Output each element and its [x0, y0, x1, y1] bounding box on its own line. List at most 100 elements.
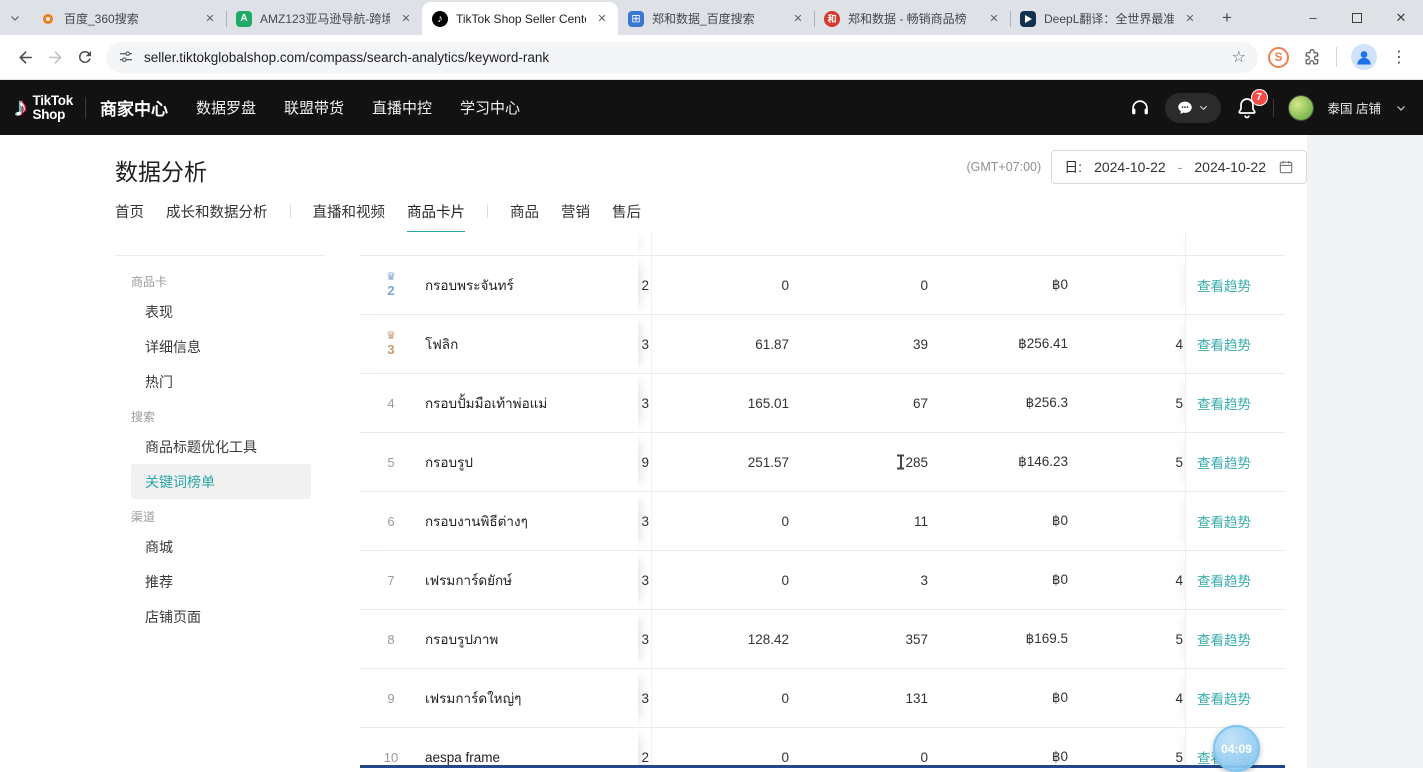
headset-icon[interactable] [1129, 97, 1151, 119]
tab-close-icon[interactable]: ✕ [398, 12, 414, 25]
tab-close-icon[interactable]: ✕ [986, 12, 1002, 25]
view-trend-link[interactable]: 查看趋势 [1197, 393, 1251, 413]
sidebar-item-详细信息[interactable]: 详细信息 [115, 329, 325, 364]
row-fixed-left: ♛2กรอบพระจันทร์ [360, 256, 638, 314]
header-nav-item[interactable]: 数据罗盘 [196, 97, 256, 118]
header-nav-item[interactable]: 学习中心 [460, 97, 520, 118]
browser-tab-amz[interactable]: AAMZ123亚马逊导航-跨境✕ [226, 2, 422, 35]
tab-成长和数据分析[interactable]: 成长和数据分析 [166, 201, 268, 231]
chevron-down-icon[interactable] [1395, 102, 1407, 114]
view-trend-link[interactable]: 查看趋势 [1197, 629, 1251, 649]
header-divider [85, 97, 86, 119]
browser-tab-zhb[interactable]: ⊞郑和数据_百度搜索✕ [618, 2, 814, 35]
messages-button[interactable] [1165, 93, 1221, 123]
header-nav-item[interactable]: 直播中控 [372, 97, 432, 118]
minimize-button[interactable]: – [1291, 0, 1335, 35]
url-text[interactable]: seller.tiktokglobalshop.com/compass/sear… [144, 50, 1222, 65]
tab-商品[interactable]: 商品 [510, 201, 539, 231]
tab-title: 郑和数据 - 畅销商品榜 [848, 10, 978, 27]
recording-timer-bubble[interactable]: 04:09 [1213, 725, 1260, 772]
tiktok-shop-logo[interactable]: ♪ TikTok Shop [14, 92, 73, 123]
calendar-icon[interactable] [1278, 159, 1294, 175]
tab-title: 百度_360搜索 [64, 10, 194, 27]
shop-name[interactable]: 泰国 店铺 [1328, 98, 1381, 117]
tab-首页[interactable]: 首页 [115, 201, 144, 231]
metric-col-1: 61.87 [652, 315, 800, 373]
sidebar-item-推荐[interactable]: 推荐 [115, 564, 325, 599]
browser-menu-button[interactable]: ⋮ [1391, 47, 1407, 67]
view-trend-link[interactable]: 查看趋势 [1197, 511, 1251, 531]
sidebar-item-关键词榜单[interactable]: 关键词榜单 [131, 464, 311, 499]
view-trend-link[interactable]: 查看趋势 [1197, 275, 1251, 295]
maximize-button[interactable] [1335, 0, 1379, 35]
rank-number: 7 [387, 573, 394, 588]
table-row: 7เฟรมการ์ดยักษ์303฿04查看趋势 [360, 551, 1285, 610]
tab-直播和视频[interactable]: 直播和视频 [313, 201, 386, 231]
browser-tabs: 百度_360搜索✕AAMZ123亚马逊导航-跨境✕♪TikTok Shop Se… [30, 0, 1206, 35]
date-start[interactable]: 2024-10-22 [1094, 159, 1166, 175]
analytics-tabs: 首页成长和数据分析 直播和视频商品卡片 商品营销售后 [115, 201, 641, 233]
sidebar-item-商城[interactable]: 商城 [115, 529, 325, 564]
row-fixed-left: 6กรอบงานพิธีต่างๆ [360, 492, 638, 550]
seller-extension-icon[interactable]: S [1268, 47, 1289, 68]
tab-search-button[interactable] [0, 0, 30, 35]
sidebar-item-商品标题优化工具[interactable]: 商品标题优化工具 [115, 429, 325, 464]
clipped-col-left: 2 [638, 728, 652, 768]
metric-col-3: ฿0 [940, 492, 1080, 550]
sidebar-group: 渠道商城推荐店铺页面 [115, 503, 325, 634]
view-trend-link[interactable]: 查看趋势 [1197, 688, 1251, 708]
keyword-cell: กรอบปั้มมือเท้าพ่อแม่ [422, 374, 638, 432]
close-button[interactable]: ✕ [1379, 0, 1423, 35]
clipped-col-left: 3 [638, 374, 652, 432]
browser-tab-deepl[interactable]: DeepL翻译：全世界最准✕ [1010, 2, 1206, 35]
extensions-puzzle-icon[interactable] [1303, 48, 1322, 67]
tab-close-icon[interactable]: ✕ [594, 12, 610, 25]
new-tab-button[interactable]: + [1212, 3, 1242, 33]
tab-close-icon[interactable]: ✕ [790, 12, 806, 25]
forward-button[interactable] [40, 42, 70, 72]
view-trend-link[interactable]: 查看趋势 [1197, 452, 1251, 472]
metric-col-3: ฿0 [940, 551, 1080, 609]
tab-售后[interactable]: 售后 [612, 201, 641, 231]
rank-cell: 5 [360, 433, 422, 491]
browser-tab-zhr[interactable]: 和郑和数据 - 畅销商品榜 ✕ [814, 2, 1010, 35]
notifications-button[interactable]: 7 [1235, 96, 1259, 120]
tab-营销[interactable]: 营销 [561, 201, 590, 231]
reload-button[interactable] [70, 42, 100, 72]
sidebar-item-店铺页面[interactable]: 店铺页面 [115, 599, 325, 634]
tab-divider [487, 204, 488, 218]
action-cell: 查看趋势 [1185, 256, 1285, 314]
metric-col-3 [940, 232, 1080, 255]
tab-商品卡片[interactable]: 商品卡片 [407, 201, 465, 234]
shop-avatar[interactable] [1288, 95, 1314, 121]
clipped-col-left [638, 232, 652, 255]
zhb-favicon: ⊞ [628, 11, 644, 27]
header-nav-item[interactable]: 联盟带货 [284, 97, 344, 118]
browser-tab-tiktok[interactable]: ♪TikTok Shop Seller Cente✕ [422, 2, 618, 35]
browser-tab-360[interactable]: 百度_360搜索 ✕ [30, 2, 226, 35]
clipped-col-left: 3 [638, 551, 652, 609]
zhr-favicon: 和 [824, 11, 840, 27]
window-controls: – ✕ [1291, 0, 1423, 35]
sidebar-item-表现[interactable]: 表现 [115, 294, 325, 329]
clipped-col-left: 3 [638, 315, 652, 373]
header-divider [1273, 99, 1274, 117]
profile-avatar[interactable] [1351, 44, 1377, 70]
action-cell: 查看趋势 [1185, 374, 1285, 432]
person-icon [1354, 47, 1374, 67]
sidebar-item-热门[interactable]: 热门 [115, 364, 325, 399]
tab-close-icon[interactable]: ✕ [202, 12, 218, 25]
date-end[interactable]: 2024-10-22 [1194, 159, 1266, 175]
view-trend-link[interactable]: 查看趋势 [1197, 334, 1251, 354]
metric-col-2: 39 [800, 315, 940, 373]
view-trend-link[interactable]: 查看趋势 [1197, 570, 1251, 590]
bookmark-star-icon[interactable]: ☆ [1232, 47, 1246, 67]
header-nav-item[interactable]: 商家中心 [100, 95, 168, 120]
text-cursor [896, 455, 905, 470]
back-button[interactable] [10, 42, 40, 72]
site-info-icon[interactable] [118, 49, 134, 65]
address-bar[interactable]: seller.tiktokglobalshop.com/compass/sear… [106, 42, 1258, 73]
tab-close-icon[interactable]: ✕ [1182, 12, 1198, 25]
date-range-picker[interactable]: 日: 2024-10-22 - 2024-10-22 [1051, 150, 1307, 184]
back-arrow-icon [16, 48, 35, 67]
